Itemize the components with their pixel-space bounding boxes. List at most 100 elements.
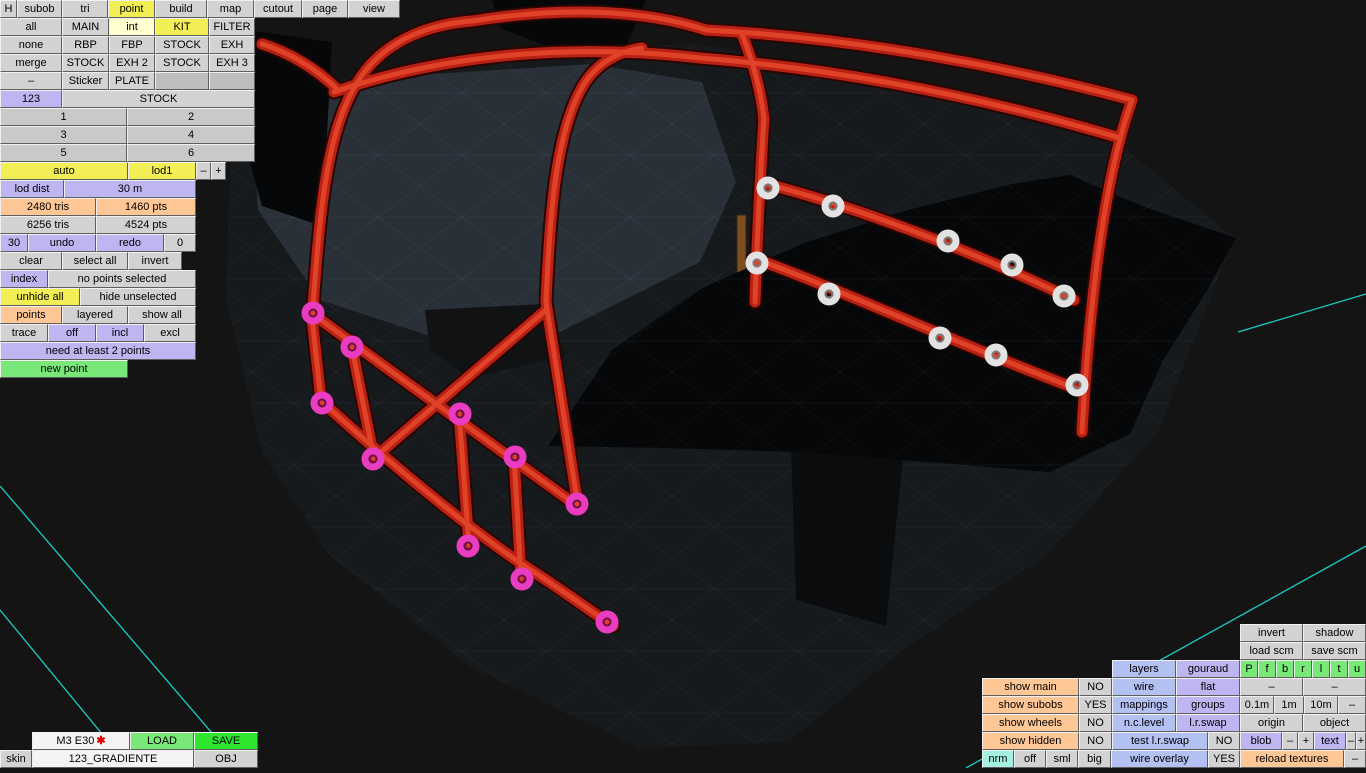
slot-6[interactable]: 6 bbox=[127, 144, 255, 162]
clear-button[interactable]: clear bbox=[0, 252, 62, 270]
menu-point-tab[interactable]: point bbox=[108, 0, 155, 18]
lod-plus-button[interactable]: + bbox=[211, 162, 226, 180]
filter-none-button[interactable]: none bbox=[0, 36, 62, 54]
show-hidden-value[interactable]: NO bbox=[1079, 732, 1112, 750]
wire-button[interactable]: wire bbox=[1112, 678, 1176, 696]
mappings-button[interactable]: mappings bbox=[1112, 696, 1176, 714]
menu-page-tab[interactable]: page bbox=[302, 0, 348, 18]
subobj-exh2-button[interactable]: EXH 2 bbox=[109, 54, 155, 72]
test-lr-swap-button[interactable]: test l.r.swap bbox=[1112, 732, 1208, 750]
subobj-stock-button[interactable]: STOCK bbox=[155, 36, 209, 54]
unhide-all-button[interactable]: unhide all bbox=[0, 288, 80, 306]
trace-excl-button[interactable]: excl bbox=[144, 324, 196, 342]
shadow-button[interactable]: shadow bbox=[1303, 624, 1366, 642]
subobj-main-button[interactable]: MAIN bbox=[62, 18, 109, 36]
text-button[interactable]: text bbox=[1314, 732, 1346, 750]
menu-view-tab[interactable]: view bbox=[348, 0, 400, 18]
slot-1[interactable]: 1 bbox=[0, 108, 127, 126]
wire-overlay-value[interactable]: YES bbox=[1208, 750, 1240, 768]
origin-button[interactable]: origin bbox=[1240, 714, 1303, 732]
slot-5[interactable]: 5 bbox=[0, 144, 127, 162]
trace-off-button[interactable]: off bbox=[48, 324, 96, 342]
redo-button[interactable]: redo bbox=[96, 234, 164, 252]
test-lr-swap-value[interactable]: NO bbox=[1208, 732, 1240, 750]
filter-all-button[interactable]: all bbox=[0, 18, 62, 36]
subobj-fbp-button[interactable]: FBP bbox=[109, 36, 155, 54]
view-preset-u-button[interactable]: u bbox=[1348, 660, 1366, 678]
show-hidden-button[interactable]: show hidden bbox=[982, 732, 1079, 750]
save-button[interactable]: SAVE bbox=[194, 732, 258, 750]
show-wheels-button[interactable]: show wheels bbox=[982, 714, 1079, 732]
subobj-kit-button[interactable]: KIT bbox=[155, 18, 209, 36]
lod-dist-value[interactable]: 30 m bbox=[64, 180, 196, 198]
show-main-button[interactable]: show main bbox=[982, 678, 1079, 696]
nrm-button[interactable]: nrm bbox=[982, 750, 1014, 768]
show-wheels-value[interactable]: NO bbox=[1079, 714, 1112, 732]
subobj-stock2-button[interactable]: STOCK bbox=[62, 54, 109, 72]
subobj-int-button[interactable]: int bbox=[109, 18, 155, 36]
object-button[interactable]: object bbox=[1303, 714, 1366, 732]
skin-name-field[interactable]: 123_GRADIENTE bbox=[32, 750, 194, 768]
filter-merge-button[interactable]: merge bbox=[0, 54, 62, 72]
subobj-plate-button[interactable]: PLATE bbox=[109, 72, 155, 90]
model-name-field[interactable]: M3 E30 ✱ bbox=[32, 732, 130, 750]
points-mode-button[interactable]: points bbox=[0, 306, 62, 324]
text-plus-button[interactable]: + bbox=[1356, 732, 1366, 750]
view-preset-b-button[interactable]: b bbox=[1276, 660, 1294, 678]
layers-button[interactable]: layers bbox=[1112, 660, 1176, 678]
blob-plus-button[interactable]: + bbox=[1298, 732, 1314, 750]
lr-swap-button[interactable]: l.r.swap bbox=[1176, 714, 1240, 732]
nrm-big-button[interactable]: big bbox=[1078, 750, 1111, 768]
text-minus-button[interactable]: – bbox=[1346, 732, 1356, 750]
grid-dash-button[interactable]: – bbox=[1338, 696, 1366, 714]
subobj-name-field[interactable]: STOCK bbox=[62, 90, 255, 108]
view-preset-t-button[interactable]: t bbox=[1330, 660, 1348, 678]
invert-selection-button[interactable]: invert bbox=[128, 252, 182, 270]
subobj-exh3-button[interactable]: EXH 3 bbox=[209, 54, 255, 72]
obj-export-button[interactable]: OBJ bbox=[194, 750, 258, 768]
grid-10m-button[interactable]: 10m bbox=[1304, 696, 1338, 714]
lod-minus-button[interactable]: – bbox=[196, 162, 211, 180]
load-scm-button[interactable]: load scm bbox=[1240, 642, 1303, 660]
menu-cutout-tab[interactable]: cutout bbox=[254, 0, 302, 18]
layered-button[interactable]: layered bbox=[62, 306, 128, 324]
nc-level-button[interactable]: n.c.level bbox=[1112, 714, 1176, 732]
subobj-sticker-button[interactable]: Sticker bbox=[62, 72, 109, 90]
blob-button[interactable]: blob bbox=[1240, 732, 1282, 750]
menu-build-tab[interactable]: build bbox=[155, 0, 207, 18]
grid-01m-button[interactable]: 0.1m bbox=[1240, 696, 1274, 714]
subobj-rbp-button[interactable]: RBP bbox=[62, 36, 109, 54]
index-button[interactable]: index bbox=[0, 270, 48, 288]
load-button[interactable]: LOAD bbox=[130, 732, 194, 750]
view-preset-l-button[interactable]: l bbox=[1312, 660, 1330, 678]
nrm-sml-button[interactable]: sml bbox=[1046, 750, 1078, 768]
groups-button[interactable]: groups bbox=[1176, 696, 1240, 714]
subobj-index-field[interactable]: 123 bbox=[0, 90, 62, 108]
menu-tri-tab[interactable]: tri bbox=[62, 0, 108, 18]
filter-dash-button[interactable]: – bbox=[0, 72, 62, 90]
shade-dash-left-button[interactable]: – bbox=[1240, 678, 1303, 696]
show-main-value[interactable]: NO bbox=[1079, 678, 1112, 696]
nrm-off-button[interactable]: off bbox=[1014, 750, 1046, 768]
select-all-button[interactable]: select all bbox=[62, 252, 128, 270]
blob-minus-button[interactable]: – bbox=[1282, 732, 1298, 750]
show-subobs-value[interactable]: YES bbox=[1079, 696, 1112, 714]
grid-1m-button[interactable]: 1m bbox=[1274, 696, 1304, 714]
slot-4[interactable]: 4 bbox=[127, 126, 255, 144]
slot-3[interactable]: 3 bbox=[0, 126, 127, 144]
reload-textures-button[interactable]: reload textures bbox=[1240, 750, 1344, 768]
subobj-exh-button[interactable]: EXH bbox=[209, 36, 255, 54]
lod-level-button[interactable]: lod1 bbox=[128, 162, 196, 180]
view-preset-p-button[interactable]: P bbox=[1240, 660, 1258, 678]
subobj-filter-button[interactable]: FILTER bbox=[209, 18, 255, 36]
menu-map-tab[interactable]: map bbox=[207, 0, 254, 18]
menu-subob-tab[interactable]: subob bbox=[17, 0, 62, 18]
wire-overlay-button[interactable]: wire overlay bbox=[1111, 750, 1208, 768]
show-subobs-button[interactable]: show subobs bbox=[982, 696, 1079, 714]
trace-incl-button[interactable]: incl bbox=[96, 324, 144, 342]
view-preset-f-button[interactable]: f bbox=[1258, 660, 1276, 678]
hide-unselected-button[interactable]: hide unselected bbox=[80, 288, 196, 306]
reload-dash-button[interactable]: – bbox=[1344, 750, 1366, 768]
new-point-button[interactable]: new point bbox=[0, 360, 128, 378]
menu-h-button[interactable]: H bbox=[0, 0, 17, 18]
